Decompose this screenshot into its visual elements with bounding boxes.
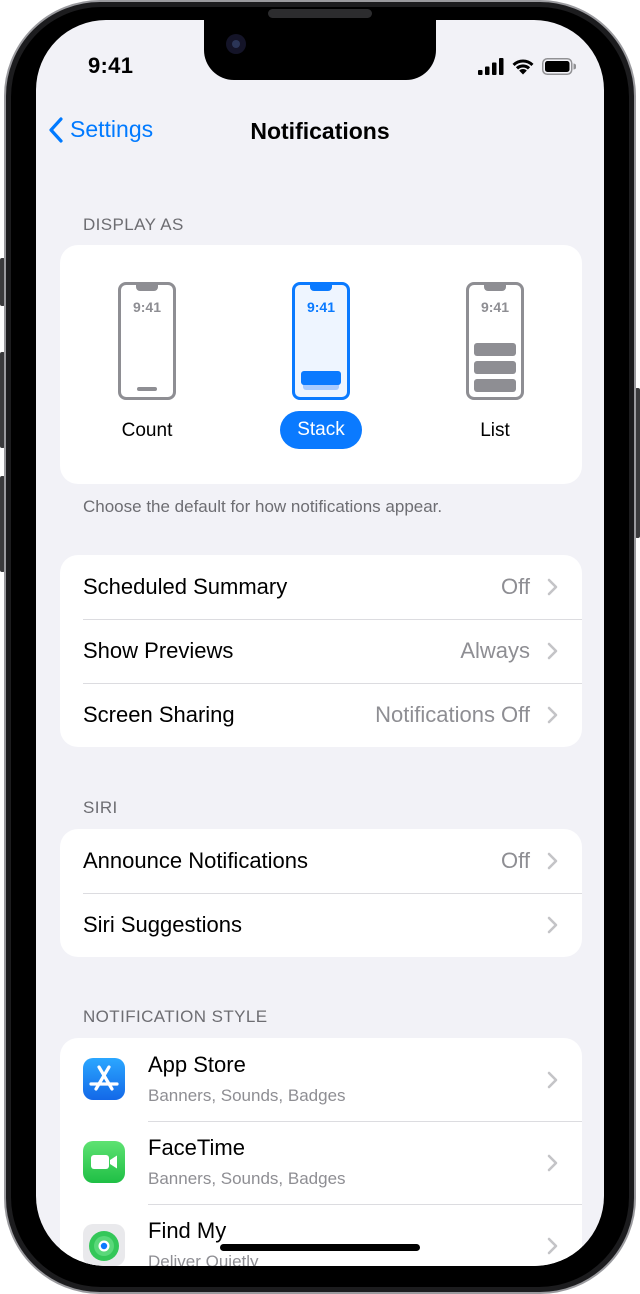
app-row-facetime[interactable]: FaceTime Banners, Sounds, Badges: [60, 1121, 582, 1204]
status-icons: [478, 57, 576, 75]
chevron-right-icon: [547, 706, 558, 724]
screen: 9:41 Settings Notifications DISPLAY AS 9…: [36, 20, 604, 1266]
count-preview-time: 9:41: [132, 299, 162, 315]
stack-preview: 9:41: [292, 282, 350, 400]
list-card: [474, 361, 516, 374]
status-time: 9:41: [88, 53, 134, 78]
app-name: App Store: [148, 1052, 246, 1077]
app-subtitle: Deliver Quietly: [148, 1252, 259, 1266]
display-option-list[interactable]: 9:41 List: [430, 245, 560, 484]
app-name: Find My: [148, 1218, 227, 1243]
row-show-previews[interactable]: Show Previews Always: [60, 619, 582, 683]
display-option-stack[interactable]: 9:41 Stack: [256, 245, 386, 484]
general-settings-group: Scheduled Summary Off Show Previews Alwa…: [60, 555, 582, 747]
row-value: Off: [501, 574, 530, 599]
section-header-notification-style: NOTIFICATION STYLE: [83, 1007, 268, 1026]
chevron-right-icon: [547, 642, 558, 660]
row-label: Show Previews: [83, 638, 234, 663]
app-name: FaceTime: [148, 1135, 245, 1160]
display-option-count-label: Count: [121, 420, 173, 441]
stack-preview-time: 9:41: [306, 299, 336, 315]
row-screen-sharing[interactable]: Screen Sharing Notifications Off: [60, 683, 582, 747]
list-preview-time: 9:41: [480, 299, 510, 315]
chevron-right-icon: [547, 1071, 558, 1089]
wifi-icon: [512, 59, 534, 75]
row-label: Screen Sharing: [83, 702, 235, 727]
section-header-siri: SIRI: [83, 798, 118, 817]
chevron-right-icon: [547, 916, 558, 934]
row-value: Off: [501, 848, 530, 873]
notification-style-group: App Store Banners, Sounds, Badges FaceTi…: [60, 1038, 582, 1266]
count-preview: 9:41: [118, 282, 176, 400]
chevron-right-icon: [547, 578, 558, 596]
display-as-card: 9:41 Count 9:41 Stack 9:41 List: [60, 245, 582, 484]
row-siri-suggestions[interactable]: Siri Suggestions: [60, 893, 582, 957]
app-row-find-my[interactable]: Find My Deliver Quietly: [60, 1204, 582, 1266]
display-option-count[interactable]: 9:41 Count: [82, 245, 212, 484]
display-option-stack-label: Stack: [280, 411, 362, 449]
app-row-app-store[interactable]: App Store Banners, Sounds, Badges: [60, 1038, 582, 1121]
list-card: [474, 343, 516, 356]
row-value: Always: [460, 638, 530, 663]
battery-icon: [542, 57, 576, 75]
display-as-footnote: Choose the default for how notifications…: [83, 497, 443, 516]
row-announce-notifications[interactable]: Announce Notifications Off: [60, 829, 582, 893]
section-header-display-as: DISPLAY AS: [83, 215, 184, 234]
home-indicator[interactable]: [220, 1244, 420, 1251]
display-option-list-label: List: [480, 420, 510, 441]
row-label: Announce Notifications: [83, 848, 309, 873]
facetime-icon: [83, 1141, 125, 1183]
row-scheduled-summary[interactable]: Scheduled Summary Off: [60, 555, 582, 619]
cellular-signal-icon: [478, 57, 504, 75]
app-store-icon: [83, 1058, 125, 1100]
stack-card-front: [301, 371, 341, 385]
siri-group: Announce Notifications Off Siri Suggesti…: [60, 829, 582, 957]
find-my-icon: [83, 1224, 125, 1266]
row-label: Siri Suggestions: [83, 912, 242, 937]
front-camera: [226, 34, 246, 54]
chevron-right-icon: [547, 852, 558, 870]
row-value: Notifications Off: [375, 702, 530, 727]
chevron-right-icon: [547, 1154, 558, 1172]
chevron-right-icon: [547, 1237, 558, 1255]
count-indicator: [137, 387, 157, 391]
app-subtitle: Banners, Sounds, Badges: [148, 1169, 346, 1188]
app-subtitle: Banners, Sounds, Badges: [148, 1086, 346, 1105]
list-preview: 9:41: [466, 282, 524, 400]
speaker-grille: [268, 9, 372, 18]
page-title: Notifications: [250, 118, 390, 144]
row-label: Scheduled Summary: [83, 574, 288, 599]
list-card: [474, 379, 516, 392]
